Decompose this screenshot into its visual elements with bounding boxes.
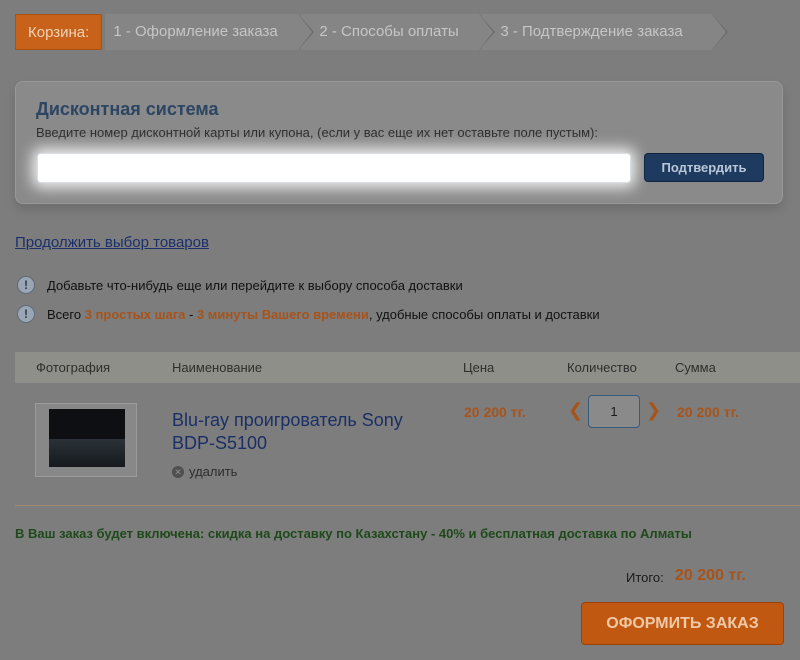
- confirm-button[interactable]: Подтвердить: [644, 153, 764, 182]
- info-note-text: Всего 3 простых шага - 3 минуты Вашего в…: [47, 306, 600, 322]
- step-payment-label: 2 - Способы оплаты: [319, 23, 459, 40]
- info-note-text: Добавьте что-нибудь еще или перейдите к …: [47, 277, 463, 293]
- header-name: Наименование: [172, 360, 263, 375]
- quantity-input[interactable]: 1: [588, 395, 640, 428]
- product-name-link[interactable]: Blu-ray проигрователь Sony BDP-S5100: [172, 409, 432, 455]
- header-photo: Фотография: [36, 360, 111, 375]
- chevron-right-icon[interactable]: ❯: [646, 400, 661, 421]
- checkout-steps: Корзина: 1 - Оформление заказа 2 - Спосо…: [15, 14, 729, 50]
- remove-item-button[interactable]: ✕ удалить: [172, 464, 237, 479]
- total-label: Итого:: [626, 570, 664, 585]
- total-value: 20 200 тг.: [675, 567, 746, 584]
- step-confirmation[interactable]: 3 - Подтверждение заказа: [482, 14, 729, 50]
- info-icon: !: [17, 276, 35, 294]
- header-quantity: Количество: [567, 360, 637, 375]
- chevron-left-icon[interactable]: ❮: [568, 400, 583, 421]
- remove-label: удалить: [189, 464, 238, 479]
- close-icon: ✕: [172, 465, 184, 478]
- step-payment[interactable]: 2 - Способы оплаты: [301, 14, 496, 50]
- item-sum: 20 200 тг.: [677, 404, 739, 420]
- step-order[interactable]: 1 - Оформление заказа: [105, 14, 315, 50]
- step-confirmation-label: 3 - Подтверждение заказа: [500, 23, 683, 40]
- info-note-add-more: ! Добавьте что-нибудь еще или перейдите …: [17, 275, 463, 295]
- discount-hint: Введите номер дисконтной карты или купон…: [36, 125, 598, 140]
- header-price: Цена: [463, 360, 495, 375]
- info-icon: !: [17, 305, 35, 323]
- info-note-steps: ! Всего 3 простых шага - 3 минуты Вашего…: [17, 304, 600, 324]
- discount-code-input[interactable]: [37, 153, 631, 183]
- product-photo[interactable]: [35, 403, 137, 477]
- divider: [15, 505, 800, 506]
- discount-panel: Дисконтная система Введите номер дисконт…: [15, 81, 783, 204]
- item-price: 20 200 тг.: [464, 404, 526, 420]
- checkout-button[interactable]: ОФОРМИТЬ ЗАКАЗ: [581, 602, 784, 645]
- product-thumbnail: [49, 409, 125, 467]
- promo-message: В Ваш заказ будет включена: скидка на до…: [15, 526, 692, 541]
- step-order-label: 1 - Оформление заказа: [113, 23, 278, 40]
- continue-shopping-link[interactable]: Продолжить выбор товаров: [15, 234, 209, 251]
- discount-title: Дисконтная система: [36, 99, 219, 119]
- header-sum: Сумма: [675, 360, 716, 375]
- step-cart[interactable]: Корзина:: [15, 14, 103, 50]
- cart-table-header: Фотография Наименование Цена Количество …: [15, 352, 800, 383]
